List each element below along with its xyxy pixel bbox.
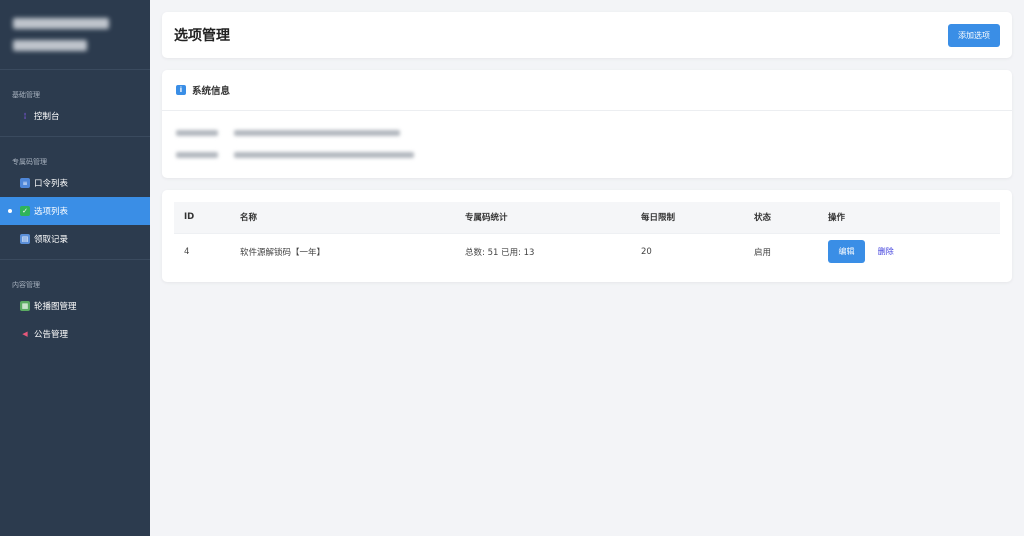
sidebar-item-notices[interactable]: ◀ 公告管理	[0, 320, 150, 348]
cell-actions: 编辑 删除	[818, 233, 1000, 270]
system-info-card: i 系统信息	[162, 70, 1012, 178]
sidebar-item-label: 选项列表	[34, 207, 69, 217]
nav-section-content: 内容管理 ▦ 轮播图管理 ◀ 公告管理	[0, 260, 150, 354]
info-label-blurred	[176, 130, 218, 136]
console-icon: ¦	[23, 112, 27, 120]
sidebar-item-options[interactable]: ✓ 选项列表	[0, 197, 150, 225]
column-header-actions: 操作	[828, 213, 846, 224]
system-info-header: i 系统信息	[162, 70, 1012, 111]
page-header: 选项管理 添加选项	[162, 12, 1012, 58]
active-dot	[8, 209, 12, 213]
sidebar-item-label: 控制台	[34, 112, 60, 122]
sidebar-item-label: 公告管理	[34, 330, 69, 340]
section-title: 内容管理	[12, 281, 40, 289]
sidebar-item-label: 领取记录	[34, 235, 69, 245]
sidebar-item-records[interactable]: ▤ 领取记录	[0, 225, 150, 253]
cell-id: 4	[184, 246, 190, 257]
column-header-id: ID	[184, 212, 195, 223]
sidebar-item-label: 轮播图管理	[34, 302, 77, 312]
column-header-daily-limit: 每日限制	[641, 213, 676, 224]
table-header-row: ID 名称 专属码统计 每日限制 状态 操作	[174, 202, 1000, 233]
add-option-button[interactable]: 添加选项	[948, 23, 1000, 47]
page-title: 选项管理	[174, 28, 230, 44]
cell-status: 启用	[754, 247, 772, 258]
cell-name: 软件源解锁码【一年】	[240, 247, 326, 258]
image-icon: ▦	[20, 301, 30, 311]
column-header-stats: 专属码统计	[465, 213, 508, 224]
cell-stats: 总数: 51 已用: 13	[465, 247, 535, 258]
sidebar-item-label: 口令列表	[34, 179, 69, 189]
brand-subtitle-blurred	[13, 40, 87, 51]
system-info-body	[162, 111, 1012, 162]
info-row-blurred	[176, 148, 1012, 162]
section-title: 专属码管理	[12, 158, 47, 166]
sidebar-item-banners[interactable]: ▦ 轮播图管理	[0, 292, 150, 320]
options-table: ID 名称 专属码统计 每日限制 状态 操作 4 软件源解锁码【一年】 总数: …	[174, 202, 1000, 270]
sidebar-item-console[interactable]: ¦ 控制台	[0, 102, 150, 130]
info-row-blurred	[176, 126, 1012, 140]
delete-link[interactable]: 删除	[878, 247, 894, 256]
brand-logo-blurred	[0, 0, 150, 70]
check-icon: ✓	[20, 206, 30, 216]
cell-daily-limit: 20	[641, 246, 652, 257]
info-label-blurred	[176, 152, 218, 158]
main-content: 选项管理 添加选项 i 系统信息 ID 名称 专属码统计 每日限制 状态 操作 …	[150, 0, 1024, 536]
section-title: 基础管理	[12, 91, 40, 99]
sidebar: 基础管理 ¦ 控制台 专属码管理 ≡ 口令列表 ✓ 选项列表 ▤ 领取记录 内容…	[0, 0, 150, 536]
info-value-blurred	[234, 152, 414, 158]
table-row: 4 软件源解锁码【一年】 总数: 51 已用: 13 20 启用 编辑 删除	[174, 233, 1000, 270]
info-icon: i	[176, 85, 186, 95]
options-table-card: ID 名称 专属码统计 每日限制 状态 操作 4 软件源解锁码【一年】 总数: …	[162, 190, 1012, 282]
list-icon: ≡	[20, 178, 30, 188]
column-header-name: 名称	[240, 213, 258, 224]
nav-section-codes: 专属码管理 ≡ 口令列表 ✓ 选项列表 ▤ 领取记录	[0, 137, 150, 260]
megaphone-icon: ◀	[22, 330, 28, 338]
column-header-status: 状态	[754, 213, 772, 224]
info-value-blurred	[234, 130, 400, 136]
nav-section-basic: 基础管理 ¦ 控制台	[0, 70, 150, 137]
system-info-title: 系统信息	[192, 86, 231, 97]
edit-button[interactable]: 编辑	[828, 240, 865, 264]
brand-title-blurred	[13, 18, 109, 29]
sidebar-item-passwords[interactable]: ≡ 口令列表	[0, 169, 150, 197]
record-icon: ▤	[20, 234, 30, 244]
